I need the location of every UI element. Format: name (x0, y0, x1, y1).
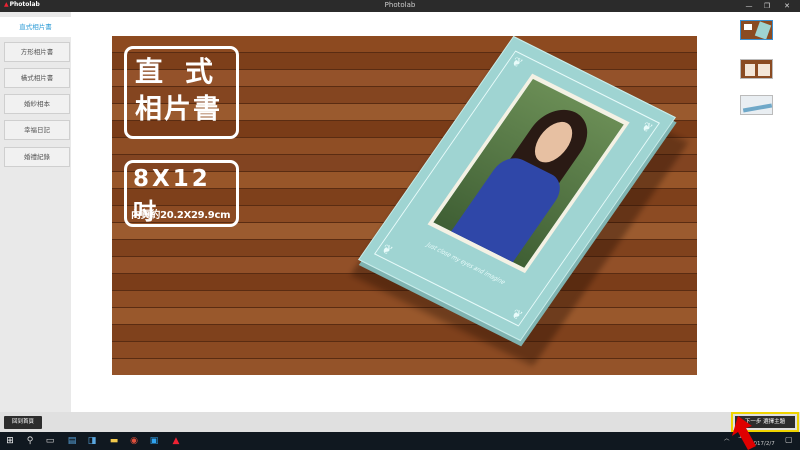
product-type-stamp: 直式 相片書 (124, 46, 239, 139)
sidebar-item-horizontal-photobook[interactable]: 橫式相片書 (4, 68, 70, 88)
close-button[interactable]: ✕ (780, 0, 794, 12)
window-title: Photolab (384, 1, 416, 9)
inner-page-size-label: 內頁約20.2X29.9cm (131, 210, 231, 221)
title-bar: ▲Photolab Photolab — ❐ ✕ (0, 0, 800, 12)
file-explorer-icon[interactable]: ▬ (108, 435, 120, 447)
bottom-bar: 回到首頁 下一步 選擇主題 (0, 412, 800, 432)
sidebar-item-wedding-record[interactable]: 婚禮紀錄 (4, 147, 70, 167)
app-icon[interactable]: ◨ (86, 435, 98, 447)
sidebar-item-happy-diary[interactable]: 幸福日記 (4, 120, 70, 140)
chrome-icon[interactable]: ◉ (128, 435, 140, 447)
red-arrow-icon (732, 416, 756, 450)
home-button[interactable]: 回到首頁 (4, 416, 42, 429)
preview-thumbnail-3[interactable] (740, 95, 773, 115)
app-icon[interactable]: ▤ (66, 435, 78, 447)
preview-thumbnail-1[interactable] (740, 20, 773, 40)
preview-thumbnail-2[interactable] (740, 59, 773, 79)
product-preview-image: 直式 相片書 8X12吋 內頁約20.2X29.9cm ❦ ❦ ❦ ❦ Just… (112, 36, 697, 375)
photolab-icon[interactable]: ▲ (170, 435, 182, 447)
stamp-line-2: 相片書 (135, 94, 222, 125)
task-view-icon[interactable]: ▭ (44, 435, 56, 447)
minimize-button[interactable]: — (742, 0, 756, 12)
thumbnail-panel (730, 12, 800, 412)
photoshop-icon[interactable]: ▣ (148, 435, 160, 447)
windows-start-icon[interactable]: ⊞ (4, 435, 16, 447)
maximize-button[interactable]: ❐ (760, 0, 774, 12)
taskbar: ⊞ ⚲ ▭ ▤ ◨ ▬ ◉ ▣ ▲ ︿ ⊥ 2017/2/7 ▢ (0, 432, 800, 450)
size-stamp: 8X12吋 內頁約20.2X29.9cm (124, 160, 239, 227)
notifications-icon[interactable]: ▢ (785, 435, 793, 444)
sidebar: 直式相片書 方形相片書 橫式相片書 婚紗相本 幸福日記 婚禮紀錄 (0, 12, 71, 412)
sidebar-item-square-photobook[interactable]: 方形相片書 (4, 42, 70, 62)
main-panel: 直式 相片書 8X12吋 內頁約20.2X29.9cm ❦ ❦ ❦ ❦ Just… (71, 12, 730, 412)
sidebar-item-vertical-photobook[interactable]: 直式相片書 (0, 17, 71, 37)
stamp-line-1: 直式 (135, 55, 236, 88)
sidebar-item-wedding-album[interactable]: 婚紗相本 (4, 94, 70, 114)
search-icon[interactable]: ⚲ (24, 435, 36, 447)
